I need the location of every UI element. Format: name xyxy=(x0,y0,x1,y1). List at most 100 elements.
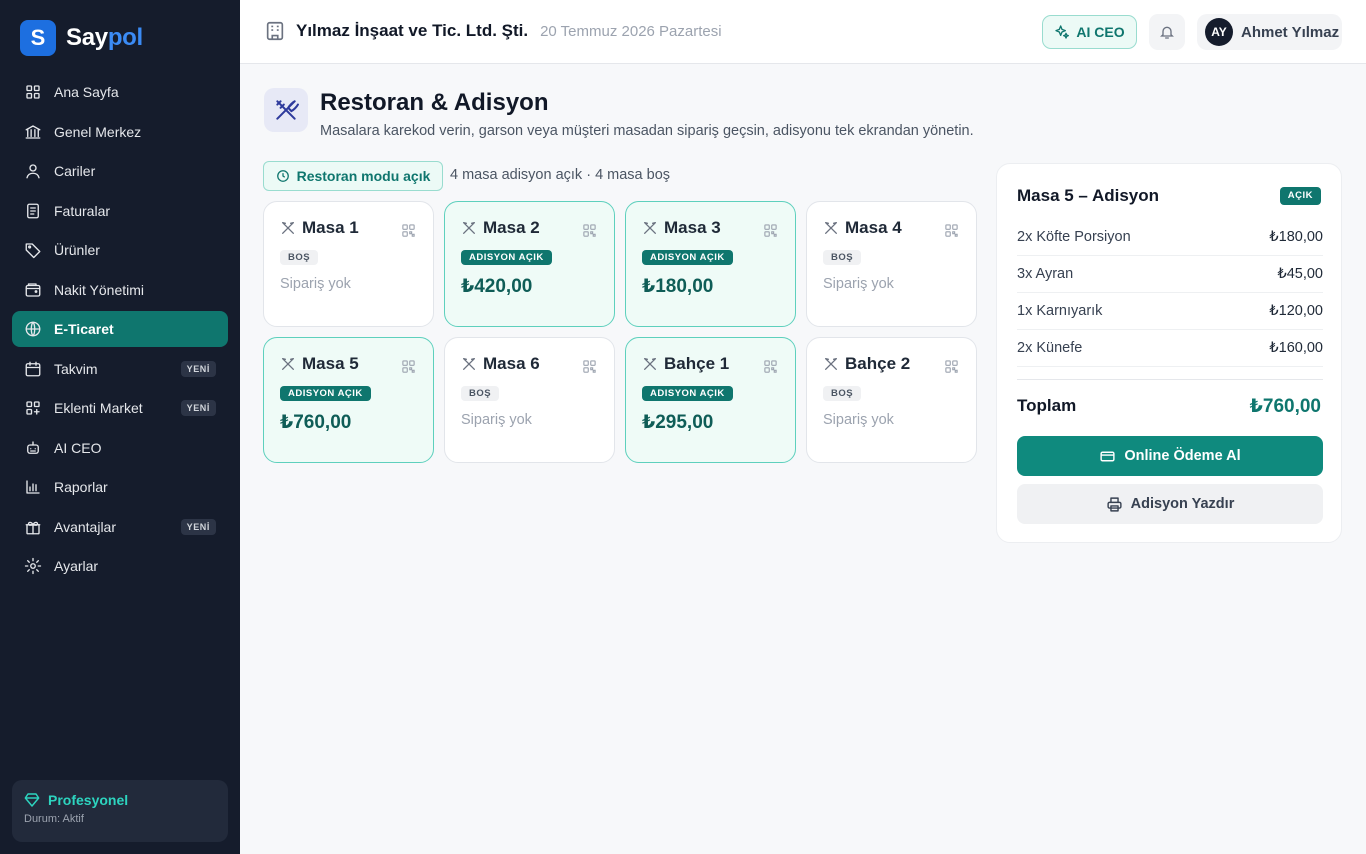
robot-icon xyxy=(27,440,39,454)
user-name: Ahmet Yılmaz xyxy=(1241,23,1340,41)
qr-code-icon[interactable] xyxy=(401,359,416,374)
company-name: Yılmaz İnşaat ve Tic. Ltd. Şti. xyxy=(296,21,529,40)
qr-code-icon[interactable] xyxy=(944,223,959,238)
table-card-header: Masa 3 xyxy=(642,218,779,238)
sidebar-item-ai-ceo[interactable]: AI CEO xyxy=(12,430,228,466)
receipt-item-price: ₺160,00 xyxy=(1269,340,1323,356)
sidebar-item-nakit-yönetimi[interactable]: Nakit Yönetimi xyxy=(12,272,228,308)
bar-chart-icon xyxy=(26,480,40,494)
logo-text-part2: pol xyxy=(107,24,143,51)
table-status-badge: ADISYON AÇIK xyxy=(642,386,733,401)
page-subtitle: Masalara karekod verin, garson veya müşt… xyxy=(320,123,974,139)
table-name: Masa 4 xyxy=(845,218,902,237)
receipt-item: 3x Ayran ₺45,00 xyxy=(1017,256,1323,293)
sidebar-item-genel-merkez[interactable]: Genel Merkez xyxy=(12,114,228,150)
qr-code-icon[interactable] xyxy=(401,223,416,238)
table-order-info: Sipariş yok xyxy=(823,276,894,292)
qr-code-icon[interactable] xyxy=(582,359,597,374)
plan-title: Profesyonel xyxy=(24,792,216,808)
print-receipt-button[interactable]: Adisyon Yazdır xyxy=(1017,484,1323,524)
receipt-item: 2x Köfte Porsiyon ₺180,00 xyxy=(1017,219,1323,256)
qr-code-icon[interactable] xyxy=(944,359,959,374)
fork-knife-icon xyxy=(825,358,837,370)
sidebar-item-e-ticaret[interactable]: E-Ticaret xyxy=(12,311,228,347)
sidebar-item-ana-sayfa[interactable]: Ana Sayfa xyxy=(12,74,228,110)
qr-code-icon[interactable] xyxy=(763,359,778,374)
online-payment-button[interactable]: Online Ödeme Al xyxy=(1017,436,1323,476)
credit-card-icon xyxy=(1100,451,1115,461)
receipt-item: 1x Karnıyarık ₺120,00 xyxy=(1017,293,1323,330)
table-name: Masa 5 xyxy=(302,354,359,373)
restaurant-mode-toggle[interactable]: Restoran modu açık xyxy=(263,161,443,191)
notifications-button[interactable] xyxy=(1149,14,1185,50)
table-card[interactable]: Masa 4 BOŞ Sipariş yok xyxy=(806,201,977,327)
table-name: Bahçe 1 xyxy=(664,354,730,373)
receipt-title: Masa 5 – Adisyon xyxy=(1017,186,1160,205)
user-menu[interactable]: AY Ahmet Yılmaz xyxy=(1197,14,1342,50)
company-info: Yılmaz İnşaat ve Tic. Ltd. Şti. 20 Temmu… xyxy=(264,20,722,42)
table-status-badge: BOŞ xyxy=(280,250,319,265)
qr-code-icon[interactable] xyxy=(582,223,597,238)
table-card-header: Masa 2 xyxy=(461,218,598,238)
sidebar-item-label: Takvim xyxy=(54,360,98,377)
fork-knife-icon xyxy=(825,222,837,234)
sidebar-item-ürünler[interactable]: Ürünler xyxy=(12,232,228,268)
table-card[interactable]: Bahçe 2 BOŞ Sipariş yok xyxy=(806,337,977,463)
receipt-item: 2x Künefe ₺160,00 xyxy=(1017,330,1323,367)
sidebar-item-eklenti-market[interactable]: Eklenti Market YENİ xyxy=(12,390,228,426)
table-status-badge: BOŞ xyxy=(823,250,862,265)
brand-logo[interactable]: S Saypol xyxy=(20,20,143,56)
receipt-item-name: 2x Künefe xyxy=(1017,340,1083,356)
table-order-info: Sipariş yok xyxy=(461,412,532,428)
receipt-item-price: ₺45,00 xyxy=(1277,266,1323,282)
sidebar-item-label: E-Ticaret xyxy=(54,321,114,337)
table-status-badge: ADISYON AÇIK xyxy=(642,250,733,265)
receipt-item-price: ₺180,00 xyxy=(1269,229,1323,245)
grid-icon xyxy=(26,85,40,99)
qr-code-icon[interactable] xyxy=(763,223,778,238)
fork-knife-icon xyxy=(276,100,299,120)
table-card[interactable]: Masa 2 ADISYON AÇIK ₺420,00 xyxy=(444,201,615,327)
fork-knife-icon xyxy=(644,358,656,370)
logo-text: Saypol xyxy=(66,24,143,52)
printer-icon xyxy=(1107,496,1122,512)
sidebar-item-ayarlar[interactable]: Ayarlar xyxy=(12,548,228,584)
sidebar-item-label: Nakit Yönetimi xyxy=(54,281,145,298)
sidebar-item-faturalar[interactable]: Faturalar xyxy=(12,193,228,229)
total-value: ₺760,00 xyxy=(1249,396,1321,417)
receipt-item-name: 2x Köfte Porsiyon xyxy=(1017,229,1131,245)
table-amount: ₺295,00 xyxy=(642,412,714,433)
ai-ceo-button[interactable]: AI CEO xyxy=(1042,15,1137,49)
sidebar-item-label: Eklenti Market xyxy=(54,400,143,416)
table-name: Masa 6 xyxy=(483,354,540,373)
table-name: Masa 2 xyxy=(483,218,540,237)
clock-icon xyxy=(276,170,289,182)
table-order-info: Sipariş yok xyxy=(823,412,894,428)
new-badge: YENİ xyxy=(180,400,216,416)
sidebar-item-raporlar[interactable]: Raporlar xyxy=(12,469,228,505)
bell-icon xyxy=(1160,26,1174,39)
table-card[interactable]: Masa 1 BOŞ Sipariş yok xyxy=(263,201,434,327)
header-date: 20 Temmuz 2026 Pazartesi xyxy=(540,22,722,40)
logo-badge: S xyxy=(20,20,56,56)
receipt-item-name: 3x Ayran xyxy=(1017,266,1074,282)
receipt-item-name: 1x Karnıyarık xyxy=(1017,303,1103,319)
sidebar-item-cariler[interactable]: Cariler xyxy=(12,153,228,189)
fork-knife-icon xyxy=(282,358,294,370)
sidebar-item-label: Ana Sayfa xyxy=(54,84,119,100)
plan-title-text: Profesyonel xyxy=(48,792,129,808)
sidebar: S Saypol Ana Sayfa Genel Merkez Cariler Fat… xyxy=(0,0,240,854)
receipt-panel: Masa 5 – Adisyon AÇIK 2x Köfte Porsiyon ₺… xyxy=(996,163,1342,543)
table-card[interactable]: Bahçe 1 ADISYON AÇIK ₺295,00 xyxy=(625,337,796,463)
table-card[interactable]: Masa 5 ADISYON AÇIK ₺760,00 xyxy=(263,337,434,463)
sidebar-item-label: AI CEO xyxy=(54,439,102,456)
table-order-info: Sipariş yok xyxy=(280,276,351,292)
divider xyxy=(1017,379,1323,380)
table-card[interactable]: Masa 3 ADISYON AÇIK ₺180,00 xyxy=(625,201,796,327)
sidebar-item-avantajlar[interactable]: Avantajlar YENİ xyxy=(12,509,228,545)
total-label: Toplam xyxy=(1017,396,1077,415)
table-amount: ₺420,00 xyxy=(461,276,533,297)
table-card[interactable]: Masa 6 BOŞ Sipariş yok xyxy=(444,337,615,463)
sidebar-item-takvim[interactable]: Takvim YENİ xyxy=(12,351,228,387)
table-status-badge: BOŞ xyxy=(461,386,500,401)
